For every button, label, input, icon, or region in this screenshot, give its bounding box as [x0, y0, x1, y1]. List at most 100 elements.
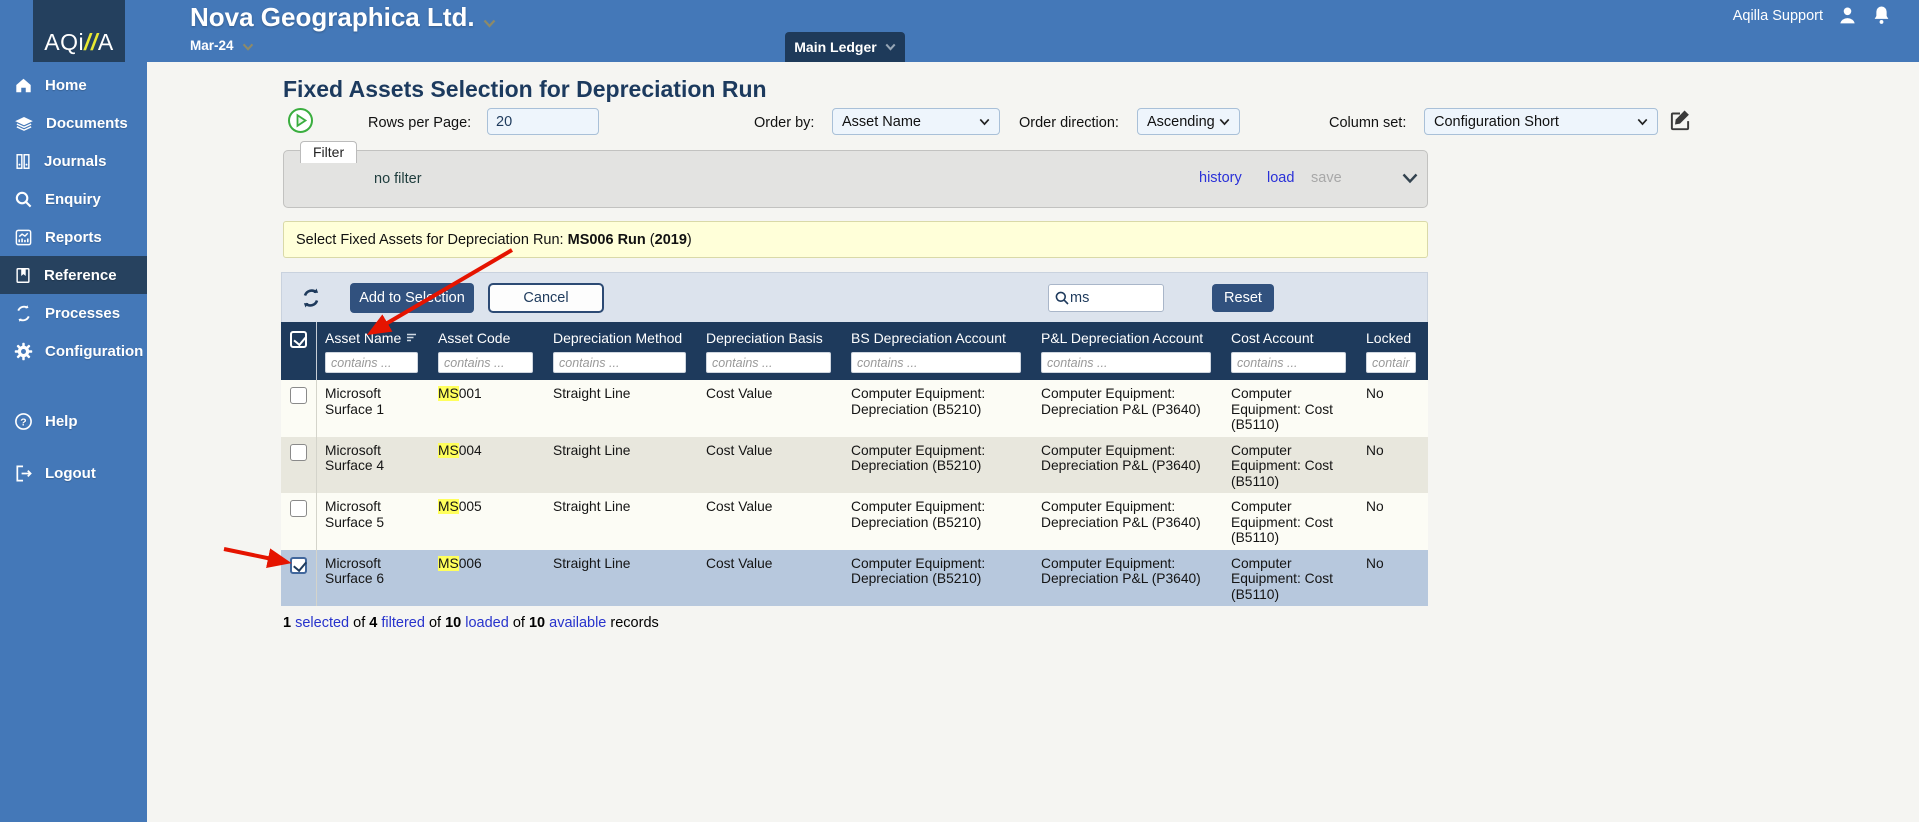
table-row[interactable]: Microsoft Surface 6MS006Straight LineCos…	[281, 550, 1428, 607]
chevron-down-icon	[979, 118, 990, 126]
sidebar-item-journals[interactable]: Journals	[0, 142, 147, 180]
column-filter-input[interactable]	[325, 352, 418, 373]
app-logo[interactable]: AQi//A	[33, 0, 125, 62]
order-direction-select[interactable]: Ascending	[1137, 108, 1240, 135]
row-checkbox[interactable]	[290, 387, 307, 404]
search-match-highlight: MS	[438, 443, 459, 458]
enquiry-icon	[14, 190, 33, 209]
filter-load-link[interactable]: load	[1267, 170, 1294, 186]
table-row[interactable]: Microsoft Surface 4MS004Straight LineCos…	[281, 437, 1428, 494]
status-segment: 1	[283, 615, 291, 631]
sidebar-item-processes[interactable]: Processes	[0, 294, 147, 332]
column-filter-input[interactable]	[1366, 352, 1416, 373]
chevron-down-icon	[483, 4, 496, 35]
column-header-depreciation-method[interactable]: Depreciation Method	[545, 322, 698, 380]
table-header: Asset Name Asset CodeDepreciation Method D…	[281, 322, 1428, 380]
page-title: Fixed Assets Selection for Depreciation …	[283, 76, 767, 103]
cell-depreciation-basis: Cost Value	[698, 550, 843, 607]
cell-asset-code: MS005	[430, 493, 545, 550]
user-icon[interactable]	[1837, 5, 1858, 26]
column-label: BS Depreciation Account	[851, 330, 1006, 346]
sidebar-item-reference[interactable]: Reference	[0, 256, 147, 294]
column-filter-input[interactable]	[851, 352, 1021, 373]
row-checkbox[interactable]	[290, 444, 307, 461]
order-by-select[interactable]: Asset Name	[832, 108, 1000, 135]
period-selector[interactable]: Mar-24	[190, 38, 254, 54]
row-checkbox[interactable]	[290, 500, 307, 517]
table-row[interactable]: Microsoft Surface 1MS001Straight LineCos…	[281, 380, 1428, 437]
rows-per-page-label: Rows per Page:	[368, 115, 471, 131]
status-segment: selected	[295, 615, 349, 631]
column-filter-input[interactable]	[706, 352, 831, 373]
company-name: Nova Geographica Ltd.	[190, 2, 475, 32]
search-icon	[1054, 290, 1070, 306]
search-input[interactable]	[1070, 290, 1150, 306]
cell-cost-account: Computer Equipment: Cost (B5110)	[1223, 380, 1358, 437]
column-header-depreciation-basis[interactable]: Depreciation Basis	[698, 322, 843, 380]
column-label: Asset Name	[325, 330, 401, 346]
cell-bs-depreciation-account: Computer Equipment: Depreciation (B5210)	[843, 550, 1033, 607]
column-filter-input[interactable]	[438, 352, 533, 373]
column-set-select[interactable]: Configuration Short	[1424, 108, 1658, 135]
sidebar-item-home[interactable]: Home	[0, 66, 147, 104]
column-header-asset-name[interactable]: Asset Name	[317, 322, 430, 380]
cell-depreciation-method: Straight Line	[545, 493, 698, 550]
sidebar-item-enquiry[interactable]: Enquiry	[0, 180, 147, 218]
column-label: Locked	[1366, 330, 1411, 346]
refresh-icon[interactable]	[300, 287, 322, 309]
sidebar-item-documents[interactable]: Documents	[0, 104, 147, 142]
edit-icon[interactable]	[1667, 107, 1693, 133]
row-checkbox[interactable]	[290, 557, 307, 574]
cell-depreciation-method: Straight Line	[545, 437, 698, 494]
row-checkbox-cell	[281, 380, 317, 437]
cancel-button[interactable]: Cancel	[488, 283, 604, 313]
cell-depreciation-method: Straight Line	[545, 380, 698, 437]
search-box	[1048, 284, 1164, 312]
sidebar-item-logout[interactable]: Logout	[0, 454, 147, 492]
filter-save-link: save	[1311, 170, 1342, 186]
run-button[interactable]	[287, 107, 314, 134]
column-header-locked[interactable]: Locked	[1358, 322, 1428, 380]
tab-main-ledger[interactable]: Main Ledger	[785, 32, 905, 62]
user-name: Aqilla Support	[1733, 8, 1823, 24]
table-row[interactable]: Microsoft Surface 5MS005Straight LineCos…	[281, 493, 1428, 550]
bell-icon[interactable]	[1872, 5, 1891, 26]
cell-pl-depreciation-account: Computer Equipment: Depreciation P&L (P3…	[1033, 437, 1223, 494]
column-filter-input[interactable]	[1041, 352, 1211, 373]
column-label: Depreciation Basis	[706, 330, 823, 346]
order-direction-label: Order direction:	[1019, 115, 1119, 131]
sort-icon	[406, 333, 417, 343]
cell-depreciation-basis: Cost Value	[698, 437, 843, 494]
logo-text: AQi//A	[44, 29, 113, 56]
filter-history-link[interactable]: history	[1199, 170, 1242, 186]
sidebar-item-configuration[interactable]: Configuration	[0, 332, 147, 370]
column-header-bs-depreciation-account[interactable]: BS Depreciation Account	[843, 322, 1033, 380]
column-filter-input[interactable]	[1231, 352, 1346, 373]
top-bar: AQi//A Nova Geographica Ltd. Mar-24 Main…	[0, 0, 1919, 62]
rows-per-page-input[interactable]	[487, 108, 599, 135]
sidebar-item-reports[interactable]: Reports	[0, 218, 147, 256]
column-label: Cost Account	[1231, 330, 1314, 346]
sidebar: Home Documents Journals Enquiry Reports …	[0, 62, 147, 822]
select-all-checkbox[interactable]	[290, 331, 307, 348]
cell-asset-name: Microsoft Surface 6	[317, 550, 430, 607]
assets-table: Add to Selection Cancel Reset Asset Name…	[281, 272, 1428, 606]
add-to-selection-button[interactable]: Add to Selection	[350, 283, 474, 313]
column-header-p-l-depreciation-account[interactable]: P&L Depreciation Account	[1033, 322, 1223, 380]
column-header-cost-account[interactable]: Cost Account	[1223, 322, 1358, 380]
cell-cost-account: Computer Equipment: Cost (B5110)	[1223, 437, 1358, 494]
cell-asset-name: Microsoft Surface 4	[317, 437, 430, 494]
filter-status: no filter	[374, 171, 422, 187]
reset-button[interactable]: Reset	[1212, 284, 1274, 312]
status-segment: loaded	[465, 615, 509, 631]
cell-asset-code: MS006	[430, 550, 545, 607]
sidebar-item-help[interactable]: ? Help	[0, 402, 147, 440]
search-match-highlight: MS	[438, 386, 459, 401]
company-selector[interactable]: Nova Geographica Ltd.	[190, 2, 496, 35]
status-segment: of	[509, 615, 529, 631]
reports-icon	[14, 228, 33, 247]
filter-expand-chevron-icon[interactable]	[1402, 171, 1418, 189]
column-header-asset-code[interactable]: Asset Code	[430, 322, 545, 380]
column-filter-input[interactable]	[553, 352, 686, 373]
chevron-down-icon	[885, 43, 896, 51]
